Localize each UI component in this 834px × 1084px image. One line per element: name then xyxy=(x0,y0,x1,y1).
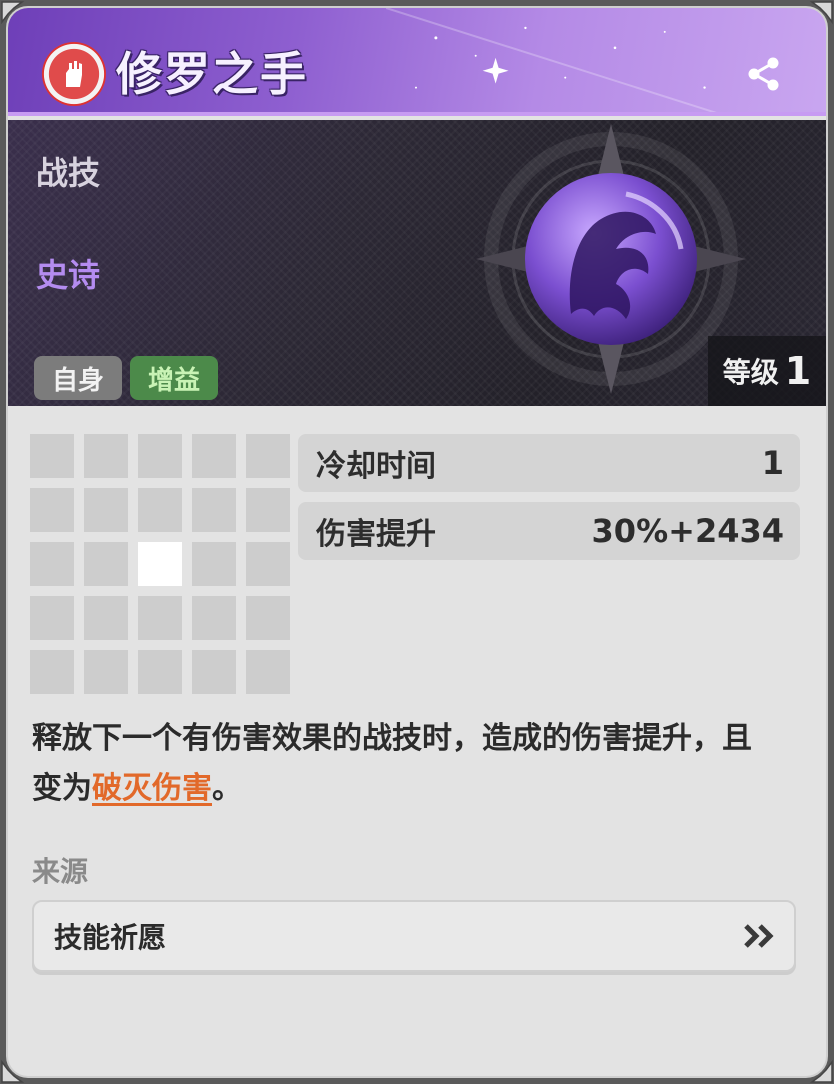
description-text-end: 。 xyxy=(212,771,242,806)
range-cell xyxy=(246,650,290,694)
stats-panel: 冷却时间 1 伤害提升 30%+2434 xyxy=(298,434,800,570)
range-grid xyxy=(30,434,290,694)
skill-header: 修罗之手 xyxy=(8,8,826,116)
frame-corner-ornament xyxy=(800,1050,834,1084)
frame-corner-ornament xyxy=(0,1050,34,1084)
skill-description: 释放下一个有伤害效果的战技时，造成的伤害提升，且变为破灭伤害。 xyxy=(32,714,772,814)
skill-emblem-icon xyxy=(476,124,746,394)
skill-rarity-label: 史诗 xyxy=(36,256,101,294)
range-cell xyxy=(84,650,128,694)
stat-label: 伤害提升 xyxy=(316,517,436,552)
stat-row-damage-boost: 伤害提升 30%+2434 xyxy=(298,502,800,560)
range-cell xyxy=(84,434,128,478)
range-cell xyxy=(138,650,182,694)
stat-value: 1 xyxy=(761,444,784,482)
skill-card: 修罗之手 战技 史诗 自身 增益 等级 1 冷却时间 1 伤害提升 30%+24… xyxy=(6,6,828,1078)
stat-label: 冷却时间 xyxy=(316,449,436,484)
range-cell-active xyxy=(138,542,182,586)
frame-corner-ornament xyxy=(800,0,834,34)
share-button[interactable] xyxy=(742,52,786,96)
range-cell xyxy=(30,542,74,586)
range-cell xyxy=(246,542,290,586)
range-cell xyxy=(84,542,128,586)
tag-buff: 增益 xyxy=(130,356,219,400)
range-cell xyxy=(246,488,290,532)
level-value: 1 xyxy=(784,349,812,393)
range-cell xyxy=(30,596,74,640)
double-chevron-right-icon xyxy=(744,924,774,948)
damage-type-link[interactable]: 破灭伤害 xyxy=(92,771,212,806)
range-cell xyxy=(138,434,182,478)
source-button[interactable]: 技能祈愿 xyxy=(32,900,796,972)
skill-type-label: 战技 xyxy=(36,154,101,192)
range-cell xyxy=(192,434,236,478)
range-cell xyxy=(192,650,236,694)
range-cell xyxy=(192,596,236,640)
stat-value: 30%+2434 xyxy=(591,512,784,550)
frame-corner-ornament xyxy=(0,0,34,34)
stat-row-cooldown: 冷却时间 1 xyxy=(298,434,800,492)
range-cell xyxy=(84,596,128,640)
range-cell xyxy=(246,596,290,640)
range-cell xyxy=(138,596,182,640)
range-cell xyxy=(192,542,236,586)
skill-banner: 战技 史诗 自身 增益 等级 1 xyxy=(8,120,826,406)
range-cell xyxy=(84,488,128,532)
range-cell xyxy=(246,434,290,478)
skill-title: 修罗之手 xyxy=(116,47,308,101)
range-cell xyxy=(30,650,74,694)
imaginary-fist-icon xyxy=(42,42,106,106)
level-label: 等级 xyxy=(722,356,779,389)
range-cell xyxy=(138,488,182,532)
range-cell xyxy=(192,488,236,532)
range-cell xyxy=(30,488,74,532)
skill-tags: 自身 增益 xyxy=(34,356,219,400)
source-item-label: 技能祈愿 xyxy=(54,921,167,954)
range-cell xyxy=(30,434,74,478)
level-badge: 等级 1 xyxy=(708,336,826,406)
share-icon xyxy=(748,57,779,91)
source-label: 来源 xyxy=(32,855,89,888)
tag-self: 自身 xyxy=(34,356,123,400)
